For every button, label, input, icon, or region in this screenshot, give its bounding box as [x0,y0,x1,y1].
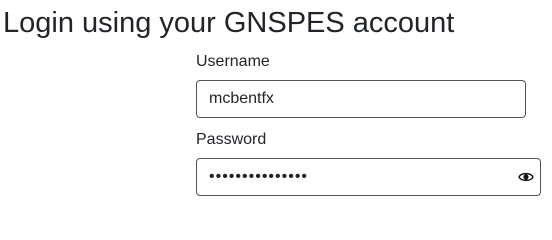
password-field-container [196,158,541,196]
username-input[interactable] [197,81,525,117]
password-input[interactable] [197,159,540,195]
password-label: Password [196,131,267,148]
eye-icon[interactable] [518,169,534,185]
page-title: Login using your GNSPES account [3,7,455,39]
username-label: Username [196,53,270,70]
login-page: Login using your GNSPES account Username… [0,0,552,217]
username-field-container [196,80,526,118]
